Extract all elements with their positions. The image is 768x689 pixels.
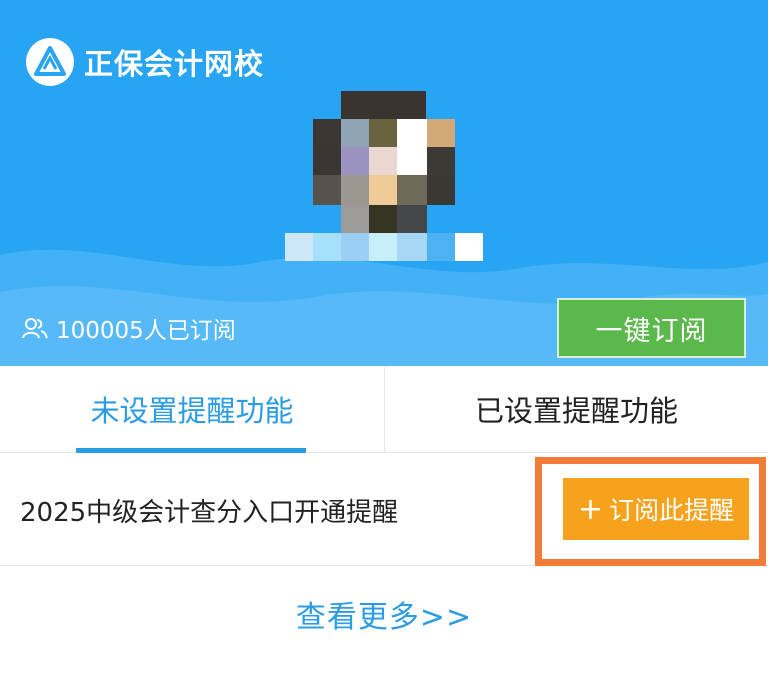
subscribe-all-button[interactable]: 一键订阅	[557, 298, 746, 358]
reminder-tabs: 未设置提醒功能 已设置提醒功能	[0, 366, 768, 453]
view-more-link[interactable]: 查看更多>>	[0, 592, 768, 636]
subscriber-count-text: 100005人已订阅	[56, 318, 236, 344]
subscribe-reminder-label: 订阅此提醒	[609, 496, 735, 525]
users-icon	[22, 318, 48, 339]
tab-label: 未设置提醒功能	[90, 394, 294, 428]
tab-set-reminders[interactable]: 已设置提醒功能	[384, 366, 768, 452]
subscriber-count: 100005人已订阅	[22, 311, 236, 345]
active-tab-indicator	[76, 448, 306, 453]
plus-icon: +	[577, 491, 604, 527]
header-banner: 正保会计网校 100005人已订阅 一键订阅	[0, 0, 768, 366]
reminder-title: 2025中级会计查分入口开通提醒	[20, 498, 399, 528]
subscribe-reminder-button[interactable]: + 订阅此提醒	[563, 478, 749, 540]
tab-label: 已设置提醒功能	[474, 394, 678, 428]
tab-unset-reminders[interactable]: 未设置提醒功能	[0, 366, 384, 453]
